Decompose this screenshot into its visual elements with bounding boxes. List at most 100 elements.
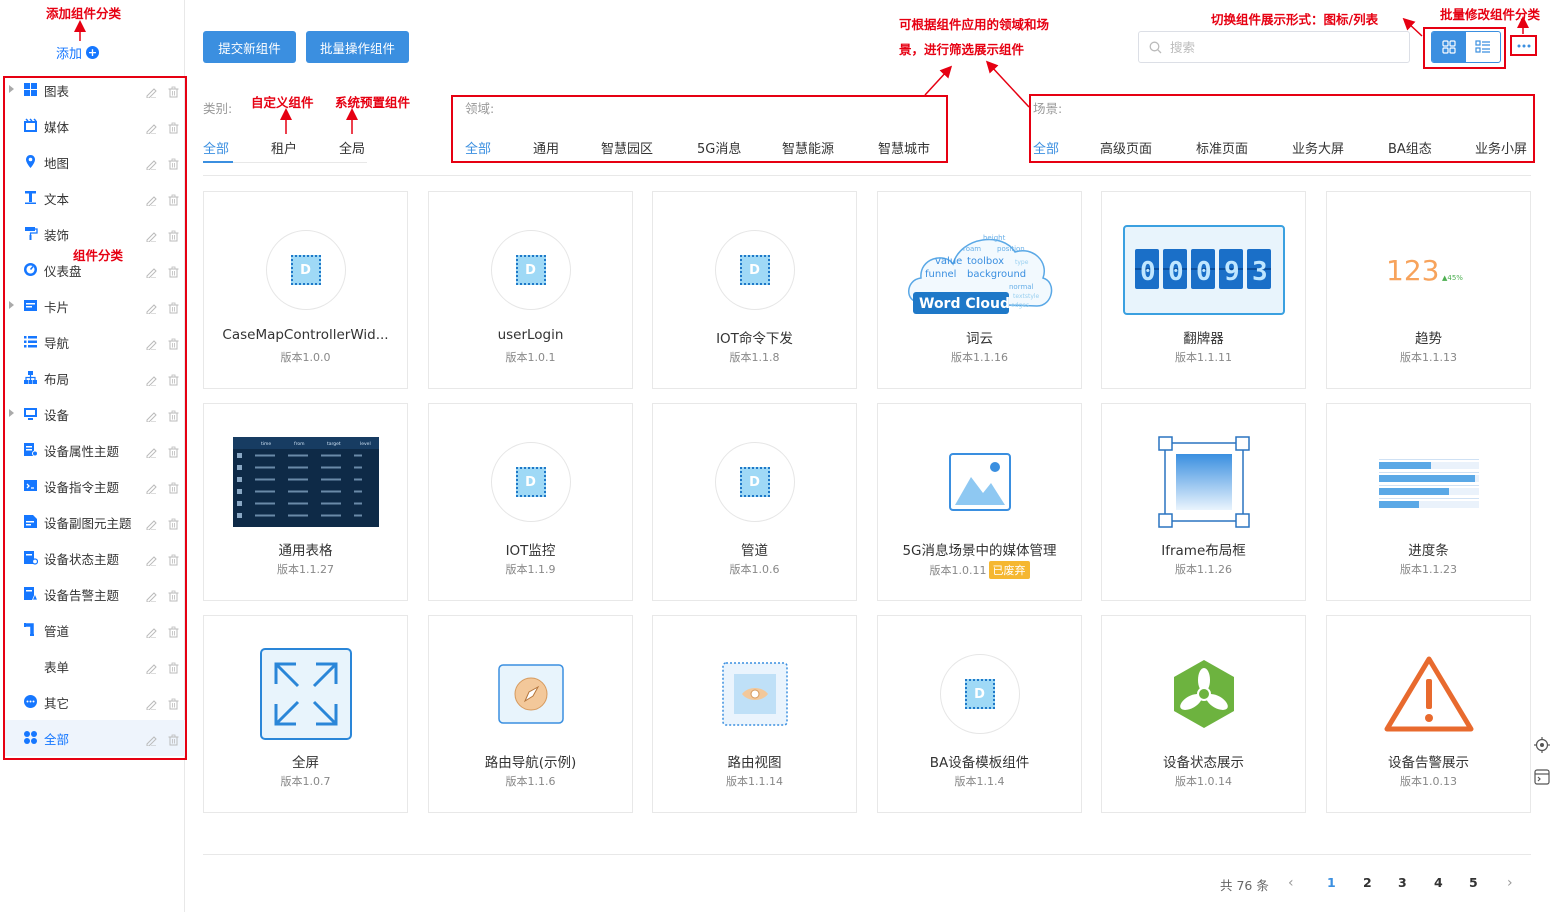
batch-operate-button[interactable]: 批量操作组件 <box>306 31 409 63</box>
expand-caret-icon[interactable] <box>9 301 14 309</box>
delete-icon[interactable] <box>168 227 179 242</box>
edit-icon[interactable] <box>145 371 157 387</box>
component-card[interactable]: D IOT命令下发 版本1.1.8 <box>652 191 857 389</box>
delete-icon[interactable] <box>168 515 179 530</box>
edit-icon[interactable] <box>145 227 157 243</box>
search-input[interactable] <box>1170 39 1390 55</box>
delete-icon[interactable] <box>168 659 179 674</box>
category-tab[interactable]: 租户 <box>271 138 297 157</box>
grid-view-button[interactable] <box>1432 32 1466 62</box>
component-card[interactable]: time from target level 通用表格 版本1.1.27 <box>203 403 408 601</box>
scene-tab[interactable]: 业务大屏 <box>1292 138 1344 157</box>
prev-page-button[interactable]: ‹ <box>1288 875 1294 891</box>
component-card[interactable]: 进度条 版本1.1.23 <box>1326 403 1531 601</box>
sidebar-item[interactable]: 表单 <box>4 648 187 684</box>
delete-icon[interactable] <box>168 587 179 602</box>
terminal-icon[interactable] <box>1533 768 1551 786</box>
delete-icon[interactable] <box>168 407 179 422</box>
component-card[interactable]: 设备告警展示 版本1.0.13 <box>1326 615 1531 813</box>
scene-tab[interactable]: 标准页面 <box>1196 138 1248 157</box>
page-number-button[interactable]: 3 <box>1398 875 1407 890</box>
expand-caret-icon[interactable] <box>9 409 14 417</box>
edit-icon[interactable] <box>145 695 157 711</box>
domain-tab[interactable]: 全部 <box>465 138 491 157</box>
edit-icon[interactable] <box>145 191 157 207</box>
domain-tab[interactable]: 智慧城市 <box>878 138 930 157</box>
category-tab[interactable]: 全局 <box>339 138 365 157</box>
sidebar-item[interactable]: 设备状态主题 <box>4 540 187 576</box>
delete-icon[interactable] <box>168 371 179 386</box>
edit-icon[interactable] <box>145 83 157 99</box>
component-card[interactable]: DuserLogin 版本1.0.1 <box>428 191 633 389</box>
sidebar-item[interactable]: 布局 <box>4 360 187 396</box>
sidebar-item[interactable]: 设备告警主题 <box>4 576 187 612</box>
sidebar-item[interactable]: 全部 <box>4 720 187 756</box>
sidebar-item[interactable]: 媒体 <box>4 108 187 144</box>
delete-icon[interactable] <box>168 695 179 710</box>
sidebar-item[interactable]: 设备副图元主题 <box>4 504 187 540</box>
delete-icon[interactable] <box>168 443 179 458</box>
sidebar-item[interactable]: 设备指令主题 <box>4 468 187 504</box>
delete-icon[interactable] <box>168 263 179 278</box>
domain-tab[interactable]: 智慧园区 <box>601 138 653 157</box>
edit-icon[interactable] <box>145 731 157 747</box>
component-card[interactable]: D 管道 版本1.0.6 <box>652 403 857 601</box>
sidebar-item[interactable]: 管道 <box>4 612 187 648</box>
edit-icon[interactable] <box>145 479 157 495</box>
edit-icon[interactable] <box>145 623 157 639</box>
edit-icon[interactable] <box>145 659 157 675</box>
submit-component-button[interactable]: 提交新组件 <box>203 31 296 63</box>
sidebar-item[interactable]: 导航 <box>4 324 187 360</box>
sidebar-item[interactable]: 图表 <box>4 72 187 108</box>
edit-icon[interactable] <box>145 407 157 423</box>
batch-edit-category-button[interactable] <box>1514 38 1534 54</box>
component-card[interactable]: 设备状态展示 版本1.0.14 <box>1101 615 1306 813</box>
sidebar-item[interactable]: 卡片 <box>4 288 187 324</box>
delete-icon[interactable] <box>168 299 179 314</box>
page-number-button[interactable]: 2 <box>1363 875 1372 890</box>
delete-icon[interactable] <box>168 191 179 206</box>
delete-icon[interactable] <box>168 479 179 494</box>
sidebar-item[interactable]: 文本 <box>4 180 187 216</box>
edit-icon[interactable] <box>145 263 157 279</box>
scene-tab[interactable]: 全部 <box>1033 138 1059 157</box>
sidebar-item[interactable]: 设备属性主题 <box>4 432 187 468</box>
scene-tab[interactable]: 业务小屏 <box>1475 138 1527 157</box>
component-card[interactable]: D BA设备模板组件 版本1.1.4 <box>877 615 1082 813</box>
component-card[interactable]: height roam position value toolbox type funnel… <box>877 191 1082 389</box>
page-number-button[interactable]: 4 <box>1434 875 1443 890</box>
expand-caret-icon[interactable] <box>9 85 14 93</box>
component-card[interactable]: 5G消息场景中的媒体管理 版本1.0.11 已废弃 <box>877 403 1082 601</box>
sidebar-item[interactable]: 其它 <box>4 684 187 720</box>
domain-tab[interactable]: 智慧能源 <box>782 138 834 157</box>
edit-icon[interactable] <box>145 515 157 531</box>
delete-icon[interactable] <box>168 731 179 746</box>
delete-icon[interactable] <box>168 623 179 638</box>
delete-icon[interactable] <box>168 335 179 350</box>
edit-icon[interactable] <box>145 587 157 603</box>
domain-tab[interactable]: 通用 <box>533 138 559 157</box>
delete-icon[interactable] <box>168 551 179 566</box>
edit-icon[interactable] <box>145 155 157 171</box>
scene-tab[interactable]: 高级页面 <box>1100 138 1152 157</box>
next-page-button[interactable]: › <box>1507 875 1513 891</box>
edit-icon[interactable] <box>145 299 157 315</box>
search-box[interactable] <box>1138 31 1410 63</box>
edit-icon[interactable] <box>145 335 157 351</box>
component-card[interactable]: Iframe布局框 版本1.1.26 <box>1101 403 1306 601</box>
category-tab[interactable]: 全部 <box>203 138 229 157</box>
sidebar-item[interactable]: 设备 <box>4 396 187 432</box>
delete-icon[interactable] <box>168 83 179 98</box>
edit-icon[interactable] <box>145 443 157 459</box>
delete-icon[interactable] <box>168 119 179 134</box>
edit-icon[interactable] <box>145 551 157 567</box>
list-view-button[interactable] <box>1466 32 1500 62</box>
add-category-button[interactable]: 添加 + <box>56 42 100 62</box>
page-number-button[interactable]: 1 <box>1327 875 1336 890</box>
sidebar-item[interactable]: 地图 <box>4 144 187 180</box>
component-card[interactable]: 路由视图 版本1.1.14 <box>652 615 857 813</box>
domain-tab[interactable]: 5G消息 <box>697 138 741 157</box>
edit-icon[interactable] <box>145 119 157 135</box>
component-card[interactable]: 路由导航(示例) 版本1.1.6 <box>428 615 633 813</box>
component-card[interactable]: 123 ▲45% 趋势 版本1.1.13 <box>1326 191 1531 389</box>
